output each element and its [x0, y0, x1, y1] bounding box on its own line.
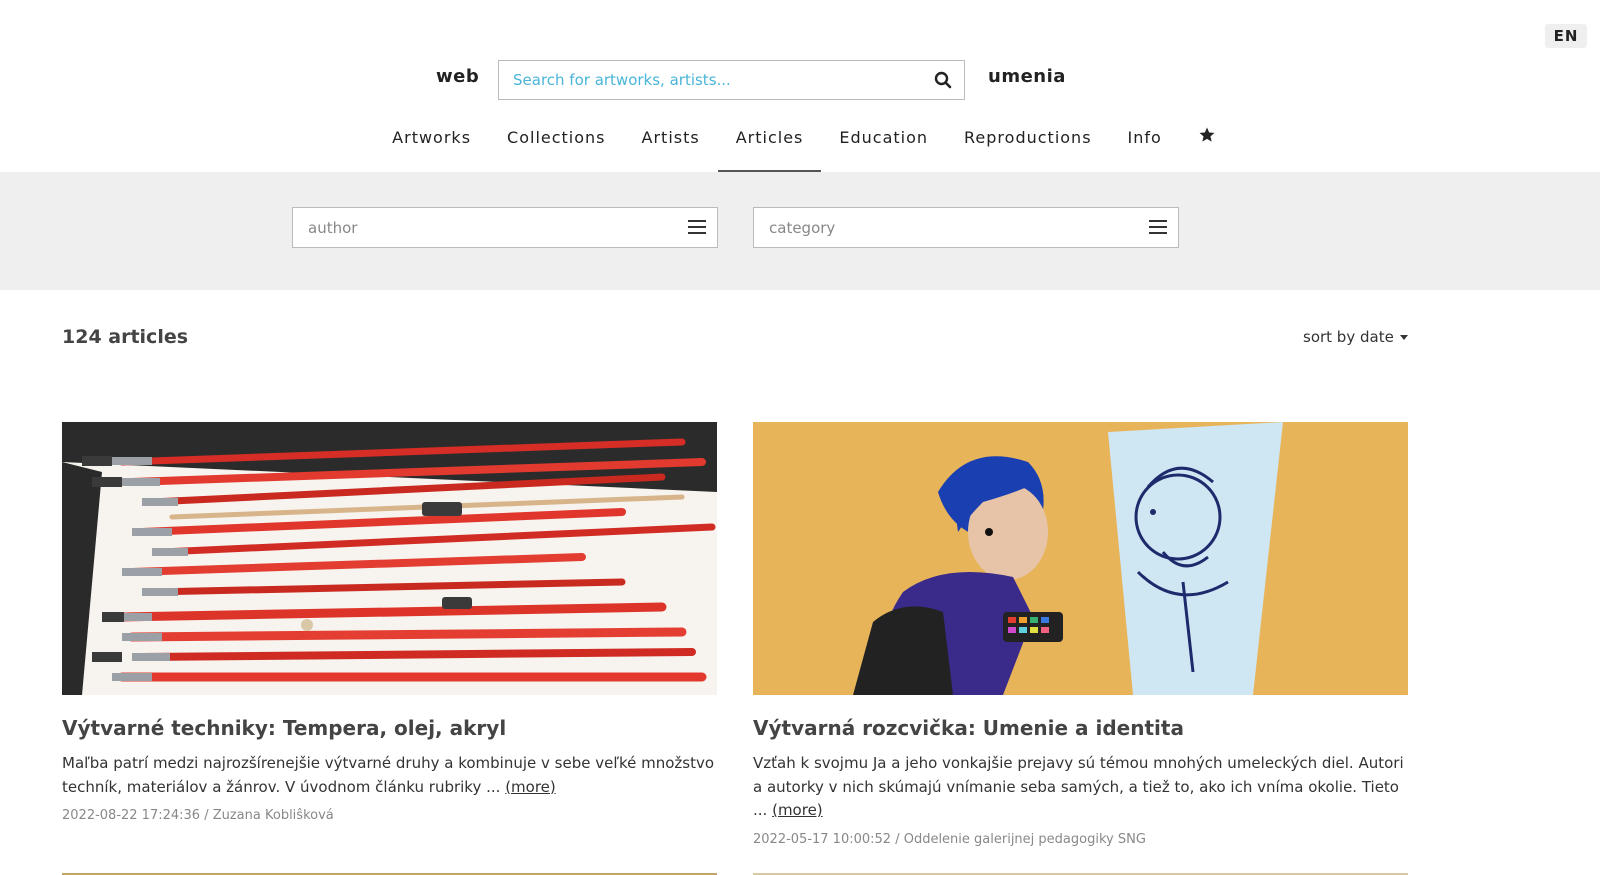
- category-filter-placeholder: category: [769, 219, 836, 237]
- article-thumbnail[interactable]: [62, 422, 717, 695]
- paintbrushes-illustration: [62, 422, 717, 695]
- article-thumbnail[interactable]: [753, 422, 1408, 695]
- article-count: 124 articles: [62, 326, 189, 348]
- nav-item-artists[interactable]: Artists: [624, 120, 718, 172]
- author-filter-placeholder: author: [308, 219, 358, 237]
- search-input[interactable]: [499, 61, 919, 99]
- article-title[interactable]: Výtvarná rozcvička: Umenie a identita: [753, 715, 1408, 741]
- more-link[interactable]: (more): [772, 801, 823, 819]
- sort-label: sort by date: [1303, 328, 1394, 346]
- article-excerpt-text: Maľba patrí medzi najrozšírenejšie výtva…: [62, 754, 715, 796]
- author-filter[interactable]: author: [292, 207, 718, 248]
- sort-dropdown[interactable]: sort by date: [1303, 328, 1408, 346]
- article-excerpt-text: Vzťah k svojmu Ja a jeho vonkajšie preja…: [753, 754, 1404, 819]
- article-excerpt: Maľba patrí medzi najrozšírenejšie výtva…: [62, 752, 717, 799]
- logo-umenia[interactable]: umenia: [988, 66, 1066, 87]
- favorites-link[interactable]: [1180, 120, 1234, 172]
- main-nav: Artworks Collections Artists Articles Ed…: [0, 120, 1600, 172]
- nav-item-artworks[interactable]: Artworks: [374, 120, 489, 172]
- menu-icon: [1149, 220, 1167, 234]
- nav-item-education[interactable]: Education: [821, 120, 946, 172]
- article-meta: 2022-05-17 10:00:52 / Oddelenie galerijn…: [753, 831, 1146, 847]
- nav-item-articles[interactable]: Articles: [717, 120, 822, 172]
- logo-web[interactable]: web: [436, 66, 479, 87]
- article-meta: 2022-08-22 17:24:36 / Zuzana Kobliŝková: [62, 808, 334, 823]
- article-card: Výtvarná rozcvička: Umenie a identita Vz…: [753, 422, 1408, 847]
- category-filter[interactable]: category: [753, 207, 1179, 248]
- nav-item-reproductions[interactable]: Reproductions: [946, 120, 1110, 172]
- article-card: Výtvarné techniky: Tempera, olej, akryl …: [62, 422, 717, 823]
- search-icon[interactable]: [934, 71, 952, 89]
- caret-down-icon: [1399, 334, 1408, 340]
- menu-icon: [688, 220, 706, 234]
- language-switch[interactable]: EN: [1545, 24, 1587, 48]
- mirror-portrait-illustration: [753, 422, 1408, 695]
- star-icon: [1199, 127, 1215, 142]
- nav-item-collections[interactable]: Collections: [489, 120, 623, 172]
- more-link[interactable]: (more): [505, 778, 556, 796]
- search-box: [498, 60, 965, 100]
- article-excerpt: Vzťah k svojmu Ja a jeho vonkajšie preja…: [753, 752, 1408, 823]
- nav-item-info[interactable]: Info: [1110, 120, 1180, 172]
- filter-panel: author category: [0, 172, 1600, 290]
- article-title[interactable]: Výtvarné techniky: Tempera, olej, akryl: [62, 715, 717, 741]
